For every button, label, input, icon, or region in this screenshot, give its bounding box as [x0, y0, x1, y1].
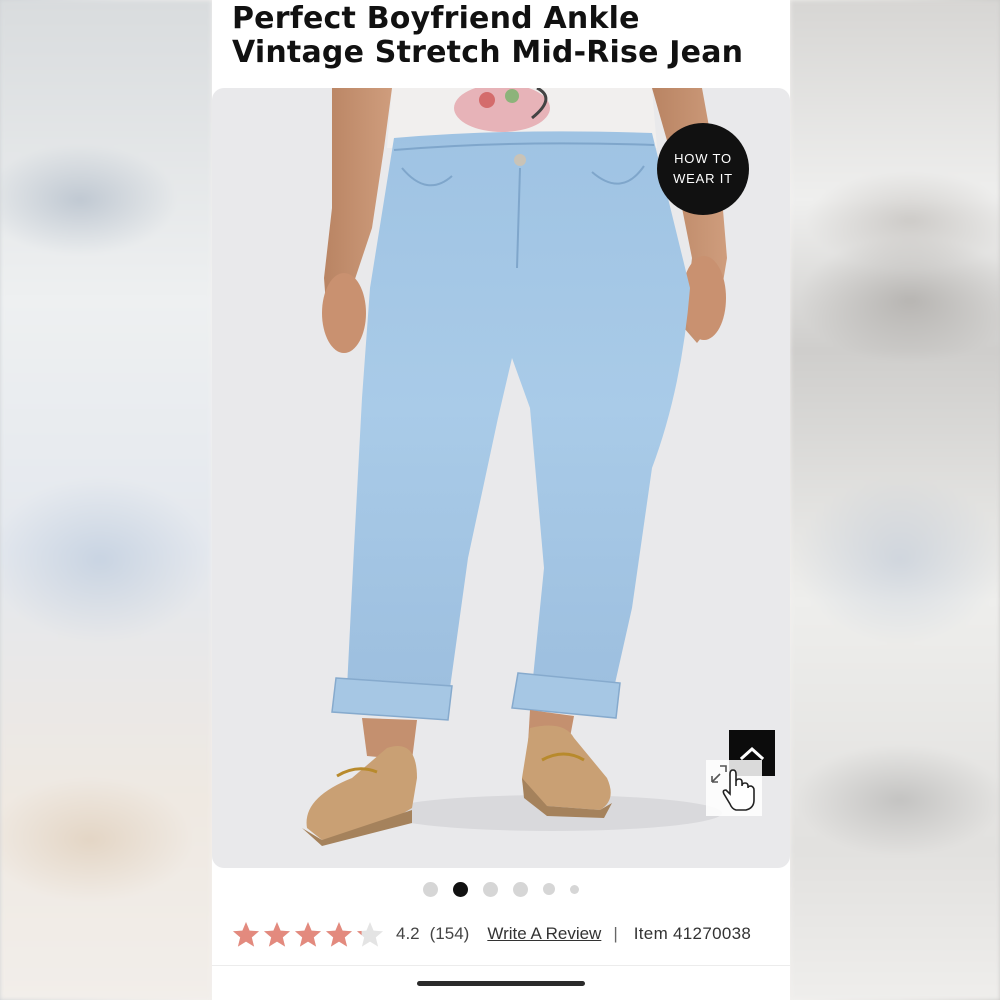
star-icon: [295, 921, 321, 947]
carousel-dot[interactable]: [543, 883, 555, 895]
star-icon: [357, 921, 383, 947]
separator: |: [613, 924, 618, 943]
divider: [212, 965, 790, 966]
hand-pointer-icon: [722, 769, 755, 811]
product-title-line-2: Vintage Stretch Mid-Rise Jean: [232, 35, 744, 70]
star-icon: [264, 921, 290, 947]
carousel-dot[interactable]: [483, 881, 498, 897]
item-number: Item 41270038: [633, 924, 752, 943]
product-title-line-1: Perfect Boyfriend Ankle: [232, 1, 640, 36]
chevron-up-icon: [740, 746, 764, 760]
write-review-link[interactable]: Write A Review: [487, 924, 601, 944]
star-icon: [326, 921, 352, 947]
rating-row: 4.2 (154) Write A Review | Item 41270038: [232, 914, 782, 954]
star-icon: [233, 921, 259, 947]
carousel-dot[interactable]: [423, 881, 438, 897]
review-count[interactable]: (154): [430, 924, 470, 944]
star-rating[interactable]: [232, 921, 384, 948]
background-blur-left: [0, 0, 212, 1000]
how-to-wear-it-button[interactable]: HOW TO WEAR IT: [657, 123, 749, 215]
zoom-hint[interactable]: [706, 760, 762, 816]
rating-value: 4.2: [396, 924, 420, 943]
carousel-dot[interactable]: [570, 884, 579, 894]
product-page: Perfect Boyfriend Ankle Vintage Stretch …: [212, 0, 790, 1000]
carousel-dot[interactable]: [513, 881, 528, 897]
product-title: Perfect Boyfriend Ankle Vintage Stretch …: [232, 2, 772, 70]
background-blur-right: [790, 0, 1000, 1000]
how-to-wear-label-1: HOW TO: [674, 151, 732, 166]
home-indicator: [417, 981, 585, 986]
carousel-dots: [212, 880, 790, 898]
carousel-dot-active[interactable]: [453, 881, 468, 897]
how-to-wear-label-2: WEAR IT: [673, 171, 733, 186]
